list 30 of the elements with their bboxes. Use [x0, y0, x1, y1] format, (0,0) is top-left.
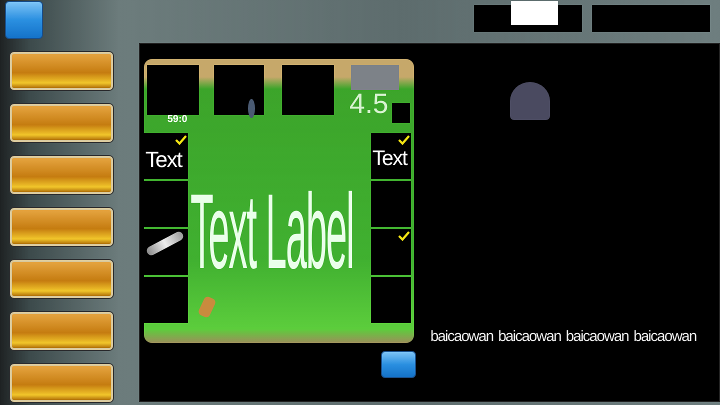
menu-item-button[interactable]: [10, 52, 113, 90]
photo-placeholder: [510, 82, 550, 120]
menu-item-button[interactable]: [10, 364, 113, 402]
redaction-block: [214, 65, 264, 115]
slot-text: Text: [372, 147, 407, 171]
menu-item-button[interactable]: [10, 208, 113, 246]
player-name: baicaowan: [634, 328, 696, 345]
player-name: baicaowan: [430, 328, 494, 345]
redaction-block: [392, 103, 410, 123]
menu-item-button[interactable]: [10, 260, 113, 298]
score-text: 59:0: [167, 114, 188, 125]
slot-panel[interactable]: [144, 229, 188, 275]
redaction-block: [282, 65, 334, 115]
slot-panel[interactable]: [371, 229, 412, 275]
photo-placeholder: [351, 65, 400, 90]
oval-icon: [248, 99, 256, 118]
player-name: baicaowan: [498, 328, 561, 345]
blank-patch: [511, 1, 558, 25]
odds-text: 4.5: [349, 88, 388, 120]
menu-item-button[interactable]: [10, 104, 113, 142]
redaction-block: [147, 65, 200, 115]
menu-item-button[interactable]: [10, 156, 113, 194]
slot-panel[interactable]: Text: [144, 133, 188, 179]
slot-panel[interactable]: Text: [371, 133, 412, 179]
action-button[interactable]: [381, 351, 416, 378]
menu-button[interactable]: [5, 1, 43, 39]
board-label: Text Label: [190, 181, 355, 288]
slot-text: Text: [145, 147, 182, 173]
player-name: baicaowan: [566, 328, 628, 345]
menu-item-button[interactable]: [10, 312, 113, 350]
